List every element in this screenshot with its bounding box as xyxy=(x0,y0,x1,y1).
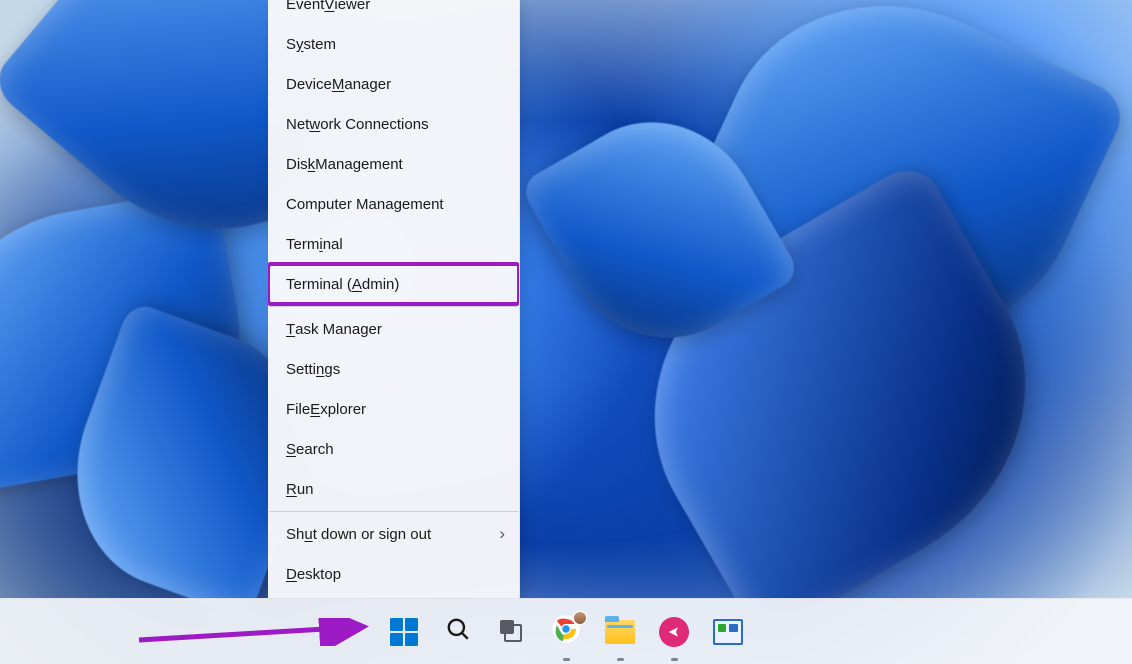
taskbar xyxy=(0,598,1132,664)
menu-item-12[interactable]: Run xyxy=(268,469,519,509)
win-x-menu: Event ViewerSystemDevice ManagerNetwork … xyxy=(268,0,520,598)
menu-item-14[interactable]: Desktop xyxy=(268,554,519,594)
menu-separator xyxy=(269,511,518,512)
file-explorer-app[interactable] xyxy=(597,609,643,655)
menu-item-10[interactable]: File Explorer xyxy=(268,389,519,429)
menu-item-6[interactable]: Terminal xyxy=(268,224,519,264)
menu-item-5[interactable]: Computer Management xyxy=(268,184,519,224)
menu-item-1[interactable]: System xyxy=(268,24,519,64)
start-button[interactable] xyxy=(381,609,427,655)
control-panel-app[interactable] xyxy=(705,609,751,655)
control-panel-icon xyxy=(713,619,743,645)
menu-item-2[interactable]: Device Manager xyxy=(268,64,519,104)
sharex-app[interactable] xyxy=(651,609,697,655)
menu-item-7[interactable]: Terminal (Admin) xyxy=(268,264,519,304)
menu-item-0[interactable]: Event Viewer xyxy=(268,0,519,24)
menu-item-11[interactable]: Search xyxy=(268,429,519,469)
sharex-icon xyxy=(659,617,689,647)
task-view-button[interactable] xyxy=(489,609,535,655)
menu-item-3[interactable]: Network Connections xyxy=(268,104,519,144)
menu-item-9[interactable]: Settings xyxy=(268,349,519,389)
menu-separator xyxy=(269,306,518,307)
start-icon xyxy=(390,618,418,646)
menu-item-4[interactable]: Disk Management xyxy=(268,144,519,184)
menu-item-13[interactable]: Shut down or sign out xyxy=(268,514,519,554)
chrome-app[interactable] xyxy=(543,609,589,655)
desktop-wallpaper xyxy=(0,0,1132,664)
folder-icon xyxy=(605,620,635,644)
profile-badge-icon xyxy=(573,611,587,625)
search-icon xyxy=(445,616,471,647)
task-view-icon xyxy=(500,620,524,644)
menu-item-8[interactable]: Task Manager xyxy=(268,309,519,349)
search-button[interactable] xyxy=(435,609,481,655)
